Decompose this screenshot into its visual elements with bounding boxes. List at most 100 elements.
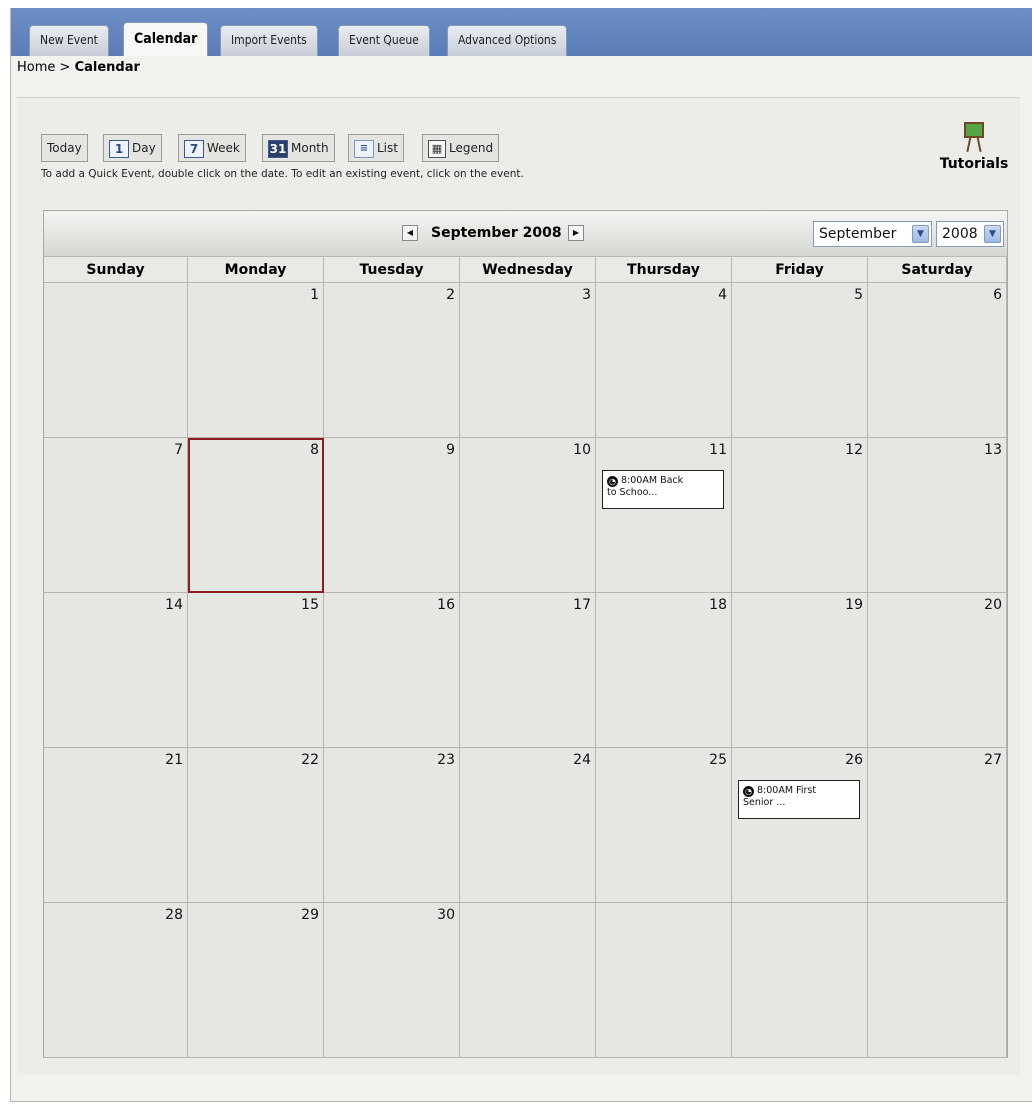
day-cell[interactable]: 1 (188, 283, 324, 438)
day-cell[interactable]: 22 (188, 748, 324, 903)
day-number: 28 (165, 907, 183, 923)
prev-month-button[interactable]: ◀ (402, 225, 418, 241)
weekday-header: Monday (188, 257, 324, 283)
day-cell[interactable]: 25 (596, 748, 732, 903)
day-cell[interactable]: 19 (732, 593, 868, 748)
day-number: 23 (437, 752, 455, 768)
month-label: Month (291, 141, 329, 155)
week-label: Week (207, 141, 240, 155)
day-number: 22 (301, 752, 319, 768)
legend-button[interactable]: ▦ Legend (422, 134, 500, 162)
day-cell[interactable]: 8 (188, 438, 324, 593)
today-button[interactable]: Today (41, 134, 88, 162)
quick-event-hint: To add a Quick Event, double click on th… (41, 168, 524, 180)
month-icon: 31 (268, 139, 288, 158)
day-cell[interactable]: 7 (44, 438, 188, 593)
day-number: 26 (845, 752, 863, 768)
day-cell[interactable]: 9 (324, 438, 460, 593)
breadcrumb-separator: > (59, 60, 71, 75)
tab-new-event[interactable]: New Event (29, 25, 109, 56)
day-number: 3 (582, 287, 591, 303)
tab-calendar[interactable]: Calendar (123, 22, 209, 56)
event-time: 8:00AM (757, 785, 794, 796)
today-label: Today (47, 141, 82, 155)
day-number: 4 (718, 287, 727, 303)
day-cell[interactable]: 4 (596, 283, 732, 438)
day-number: 12 (845, 442, 863, 458)
day-number: 21 (165, 752, 183, 768)
day-cell[interactable]: 28 (44, 903, 188, 1058)
day-cell[interactable] (868, 903, 1007, 1058)
day-cell[interactable]: 27 (868, 748, 1007, 903)
day-cell[interactable]: 11 ◔ 8:00AM Back to Schoo... (596, 438, 732, 593)
day-cell[interactable]: 12 (732, 438, 868, 593)
day-number: 10 (573, 442, 591, 458)
day-cell[interactable]: 5 (732, 283, 868, 438)
day-number: 13 (984, 442, 1002, 458)
day-number: 30 (437, 907, 455, 923)
tab-import-events[interactable]: Import Events (220, 25, 318, 56)
day-cell[interactable]: 21 (44, 748, 188, 903)
day-cell[interactable] (596, 903, 732, 1058)
day-cell[interactable]: 10 (460, 438, 596, 593)
day-icon: 1 (109, 139, 129, 158)
legend-icon: ▦ (428, 139, 446, 158)
month-select-value: September (819, 226, 897, 242)
calendar-grid: Sunday Monday Tuesday Wednesday Thursday… (44, 257, 1007, 1058)
day-cell[interactable]: 24 (460, 748, 596, 903)
week-view-button[interactable]: 7 Week (178, 134, 246, 162)
day-cell[interactable]: 26 ◔ 8:00AM First Senior ... (732, 748, 868, 903)
month-title: September 2008 (431, 225, 562, 241)
day-cell[interactable] (460, 903, 596, 1058)
day-cell[interactable] (732, 903, 868, 1058)
tab-advanced-options[interactable]: Advanced Options (447, 25, 568, 56)
day-cell[interactable]: 18 (596, 593, 732, 748)
day-number: 11 (709, 442, 727, 458)
day-cell[interactable]: 3 (460, 283, 596, 438)
day-number: 27 (984, 752, 1002, 768)
calendar-event[interactable]: ◔ 8:00AM First Senior ... (738, 780, 860, 819)
day-number: 18 (709, 597, 727, 613)
day-cell[interactable]: 14 (44, 593, 188, 748)
tutorials-label: Tutorials (939, 156, 1009, 172)
breadcrumb-home[interactable]: Home (17, 60, 55, 75)
day-cell[interactable]: 29 (188, 903, 324, 1058)
easel-icon (961, 120, 987, 154)
day-cell[interactable] (44, 283, 188, 438)
week-icon: 7 (184, 139, 204, 158)
day-cell[interactable]: 20 (868, 593, 1007, 748)
day-cell[interactable]: 2 (324, 283, 460, 438)
day-number: 20 (984, 597, 1002, 613)
month-view-button[interactable]: 31 Month (262, 134, 335, 162)
tutorials-link[interactable]: Tutorials (938, 120, 1010, 172)
day-view-button[interactable]: 1 Day (103, 134, 162, 162)
list-icon: ≡ (354, 139, 374, 158)
chevron-down-icon: ▼ (912, 225, 929, 243)
day-cell[interactable]: 30 (324, 903, 460, 1058)
calendar-event[interactable]: ◔ 8:00AM Back to Schoo... (602, 470, 724, 509)
month-select[interactable]: September ▼ (813, 221, 932, 247)
event-title: Back (660, 475, 684, 486)
year-select-value: 2008 (942, 226, 978, 242)
day-cell[interactable]: 15 (188, 593, 324, 748)
list-view-button[interactable]: ≡ List (348, 134, 404, 162)
day-number: 9 (446, 442, 455, 458)
day-number: 16 (437, 597, 455, 613)
day-cell[interactable]: 16 (324, 593, 460, 748)
day-cell[interactable]: 13 (868, 438, 1007, 593)
day-number: 2 (446, 287, 455, 303)
year-select[interactable]: 2008 ▼ (936, 221, 1004, 247)
day-cell[interactable]: 6 (868, 283, 1007, 438)
day-number: 29 (301, 907, 319, 923)
event-time: 8:00AM (621, 475, 658, 486)
day-cell[interactable]: 17 (460, 593, 596, 748)
weekday-header: Sunday (44, 257, 188, 283)
event-title-continued: Senior ... (743, 797, 786, 808)
tab-event-queue[interactable]: Event Queue (338, 25, 430, 56)
next-month-button[interactable]: ▶ (568, 225, 584, 241)
event-title-continued: to Schoo... (607, 487, 658, 498)
calendar-header: ◀ September 2008 ▶ September ▼ 2008 ▼ (44, 211, 1007, 257)
breadcrumb: Home > Calendar (17, 60, 140, 75)
tab-bar: New Event Calendar Import Events Event Q… (11, 8, 1032, 56)
day-cell[interactable]: 23 (324, 748, 460, 903)
